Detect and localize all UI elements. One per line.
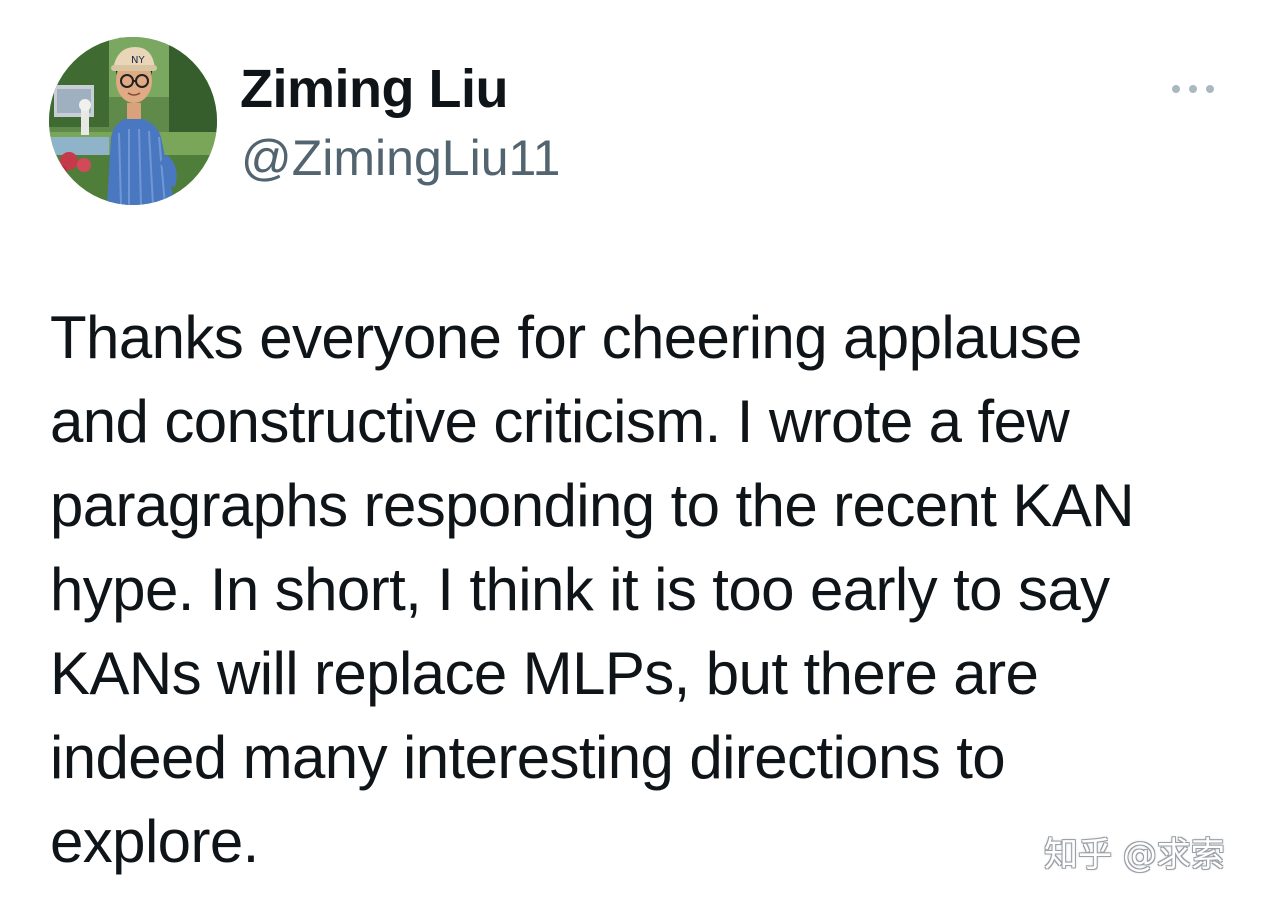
- profile-photo: NY: [49, 37, 217, 205]
- more-options-button[interactable]: [1160, 72, 1226, 106]
- author-handle[interactable]: @ZimingLiu11: [241, 128, 560, 188]
- tweet-text: Thanks everyone for cheering applause an…: [50, 304, 1135, 875]
- avatar[interactable]: NY: [49, 37, 217, 205]
- svg-text:NY: NY: [131, 55, 145, 66]
- more-horizontal-icon: [1172, 85, 1214, 93]
- author-display-name[interactable]: Ziming Liu: [240, 58, 508, 120]
- watermark: 知乎 @求索: [1044, 835, 1225, 875]
